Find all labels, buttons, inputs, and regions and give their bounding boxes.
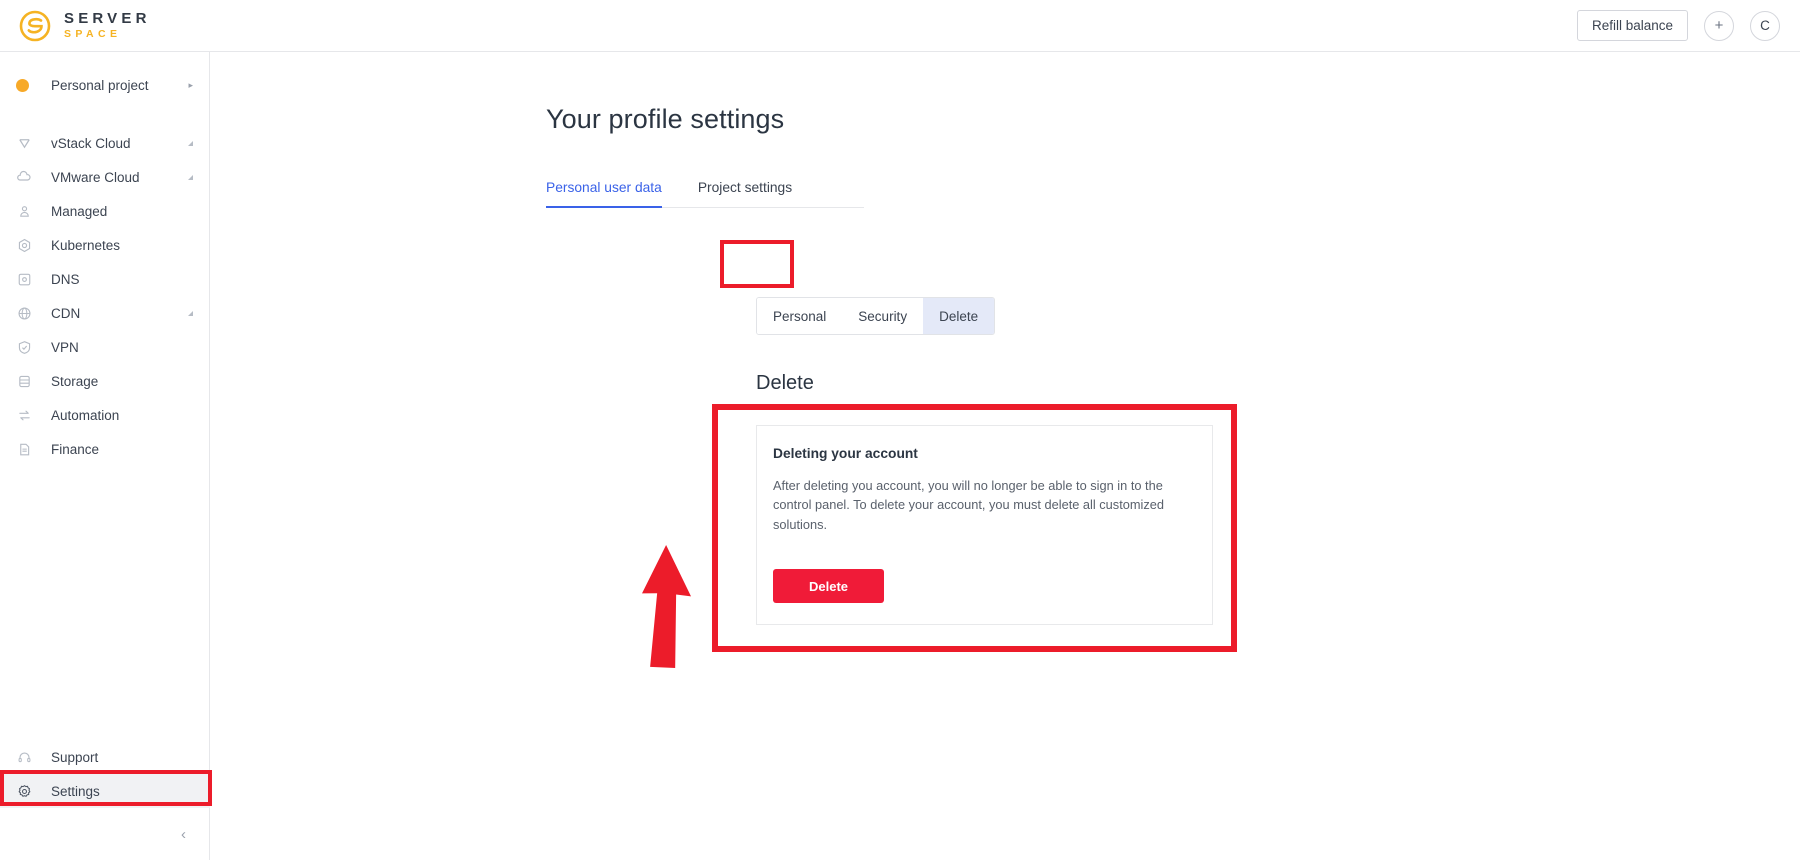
- sidebar-item-label: CDN: [51, 305, 81, 321]
- sidebar-item-storage[interactable]: Storage: [0, 364, 209, 398]
- brand-line-space: SPACE: [64, 28, 122, 41]
- sidebar-item-label: DNS: [51, 271, 80, 287]
- sidebar-item-label: Automation: [51, 407, 120, 423]
- sidebar-item-label: Settings: [51, 783, 100, 799]
- project-dot-icon: [16, 78, 29, 92]
- sidebar-item-managed[interactable]: Managed: [0, 194, 209, 228]
- section-title-delete: Delete: [756, 372, 814, 394]
- sidebar-item-label: Support: [51, 749, 99, 765]
- sidebar-item-label: vStack Cloud: [51, 135, 131, 151]
- sidebar-item-finance[interactable]: Finance: [0, 432, 209, 466]
- sidebar-project-selector[interactable]: Personal project ▸: [0, 66, 209, 104]
- dns-icon: [16, 271, 32, 287]
- profile-tabs: Personal user data Project settings: [546, 174, 864, 208]
- brand-wordmark: SERVER SPACE: [64, 11, 151, 40]
- segment-personal[interactable]: Personal: [757, 298, 843, 334]
- profile-section-segmented-control: Personal Security Delete: [756, 297, 996, 335]
- serverspace-logo-icon: [18, 9, 52, 43]
- tab-personal-user-data[interactable]: Personal user data: [546, 174, 662, 208]
- card-description: After deleting you account, you will no …: [773, 478, 1165, 532]
- kubernetes-icon: [16, 237, 32, 253]
- chevron-left-icon[interactable]: ‹: [181, 826, 186, 843]
- sidebar-item-label: Kubernetes: [51, 237, 121, 253]
- delete-account-card: Deleting your account After deleting you…: [756, 425, 1213, 625]
- cdn-globe-icon: [16, 305, 32, 321]
- tab-project-settings[interactable]: Project settings: [698, 174, 792, 207]
- expand-caret-icon: [188, 310, 193, 316]
- sidebar-item-automation[interactable]: Automation: [0, 398, 209, 432]
- sidebar: Personal project ▸ vStack Cloud VMware C…: [0, 52, 210, 860]
- chevron-right-icon: ▸: [188, 79, 193, 90]
- delete-account-button[interactable]: Delete: [773, 569, 885, 603]
- top-header: SERVER SPACE Refill balance + C: [0, 0, 1800, 52]
- app-root: SERVER SPACE Refill balance + C Personal…: [0, 0, 1800, 860]
- add-button[interactable]: +: [1704, 10, 1734, 41]
- sidebar-item-settings[interactable]: Settings: [0, 774, 210, 808]
- header-actions: Refill balance + C: [1576, 9, 1800, 42]
- page-title: Your profile settings: [546, 104, 785, 134]
- brand-line-server: SERVER: [64, 10, 151, 28]
- finance-document-icon: [16, 441, 32, 457]
- sidebar-item-support[interactable]: Support: [0, 740, 210, 774]
- sidebar-item-cdn[interactable]: CDN: [0, 296, 209, 330]
- managed-icon: [16, 203, 32, 219]
- refill-balance-button[interactable]: Refill balance: [1576, 9, 1688, 42]
- segment-security[interactable]: Security: [842, 298, 924, 334]
- sidebar-item-vstack-cloud[interactable]: vStack Cloud: [0, 126, 209, 160]
- automation-icon: [16, 407, 32, 423]
- storage-icon: [16, 373, 32, 389]
- sidebar-nav: vStack Cloud VMware Cloud Managed Kubern…: [0, 126, 209, 466]
- sidebar-item-vmware-cloud[interactable]: VMware Cloud: [0, 160, 209, 194]
- segment-delete[interactable]: Delete: [923, 298, 995, 334]
- sidebar-item-dns[interactable]: DNS: [0, 262, 209, 296]
- headset-icon: [16, 749, 32, 765]
- brand-logo[interactable]: SERVER SPACE: [0, 9, 151, 43]
- sidebar-item-kubernetes[interactable]: Kubernetes: [0, 228, 209, 262]
- avatar[interactable]: C: [1750, 10, 1780, 41]
- sidebar-item-label: VPN: [51, 339, 79, 355]
- main-content: Your profile settings Personal user data…: [210, 52, 1800, 860]
- expand-caret-icon: [188, 140, 193, 146]
- gear-icon: [16, 783, 32, 799]
- sidebar-collapse-row: ‹: [0, 808, 210, 860]
- sidebar-item-vpn[interactable]: VPN: [0, 330, 209, 364]
- sidebar-bottom-nav: Support Settings ‹: [0, 740, 210, 860]
- sidebar-item-label: Managed: [51, 203, 108, 219]
- vpn-shield-icon: [16, 339, 32, 355]
- sidebar-item-label: VMware Cloud: [51, 169, 140, 185]
- cloud-icon: [16, 169, 32, 185]
- sidebar-item-label: Finance: [51, 441, 100, 457]
- sidebar-project-label: Personal project: [51, 77, 149, 93]
- sidebar-item-label: Storage: [51, 373, 99, 389]
- card-title: Deleting your account: [773, 446, 918, 461]
- expand-caret-icon: [188, 174, 193, 180]
- vstack-icon: [16, 135, 32, 151]
